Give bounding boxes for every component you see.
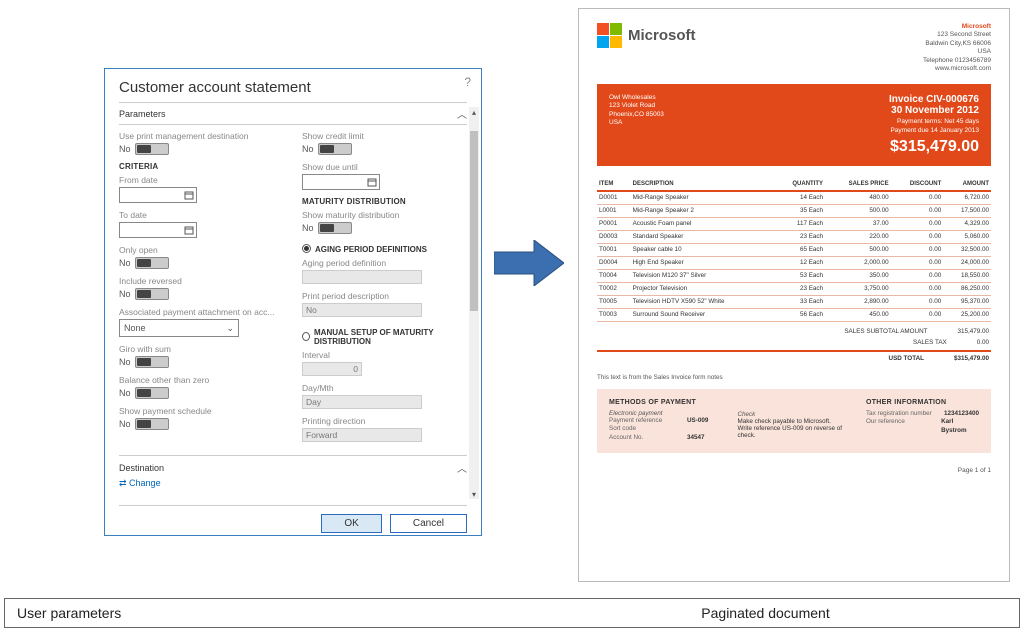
page-number: Page 1 of 1	[579, 467, 991, 474]
lbl-to-date: To date	[119, 210, 284, 220]
toggle-paysched[interactable]	[135, 418, 169, 430]
line-items-table: ITEMDESCRIPTIONQUANTITYSALES PRICEDISCOU…	[597, 178, 991, 322]
radio-dot-icon	[302, 244, 311, 253]
lbl-aging-def: Aging period definition	[302, 258, 467, 268]
company-address: Microsoft 123 Second Street Baldwin City…	[923, 23, 991, 74]
parameters-dialog: ? Customer account statement Parameters …	[104, 68, 482, 536]
to-date-input[interactable]	[119, 222, 197, 238]
lbl-show-due: Show due until	[302, 162, 467, 172]
arrow-right-icon	[494, 240, 564, 286]
toggle-balance[interactable]	[135, 387, 169, 399]
maturity-hdr: MATURITY DISTRIBUTION	[302, 197, 467, 206]
toggle-show-maturity[interactable]	[318, 222, 352, 234]
assoc-pay-select[interactable]: None⌄	[119, 319, 239, 337]
val-no-1: No	[119, 144, 131, 154]
print-period-input[interactable]: No	[302, 303, 422, 317]
table-row: P0001Acoustic Foam panel117 Each37.000.0…	[597, 217, 991, 230]
lbl-use-pm: Use print management destination	[119, 131, 284, 141]
radio-dot-icon	[302, 332, 310, 341]
lbl-interval: Interval	[302, 350, 467, 360]
lbl-from-date: From date	[119, 175, 284, 185]
table-row: T0004Television M120 37" Silver53 Each35…	[597, 269, 991, 282]
daymth-input[interactable]: Day	[302, 395, 422, 409]
table-row: D0004High End Speaker12 Each2,000.000.00…	[597, 256, 991, 269]
lbl-paysched: Show payment schedule	[119, 406, 284, 416]
col-header: DISCOUNT	[891, 178, 944, 191]
table-row: L0001Mid-Range Speaker 235 Each500.000.0…	[597, 204, 991, 217]
toggle-incl-rev[interactable]	[135, 288, 169, 300]
toggle-giro[interactable]	[135, 356, 169, 368]
lbl-daymth: Day/Mth	[302, 383, 467, 393]
scroll-thumb[interactable]	[470, 131, 478, 311]
col-header: SALES PRICE	[825, 178, 891, 191]
col-header: DESCRIPTION	[631, 178, 774, 191]
chevron-down-icon: ⌄	[226, 323, 234, 334]
lbl-assoc-pay: Associated payment attachment on acc...	[119, 307, 284, 317]
col-header: QUANTITY	[773, 178, 825, 191]
interval-input[interactable]: 0	[302, 362, 362, 376]
toggle-only-open[interactable]	[135, 257, 169, 269]
toggle-show-credit[interactable]	[318, 143, 352, 155]
table-row: T0001Speaker cable 1065 Each500.000.0032…	[597, 243, 991, 256]
toggle-use-pm[interactable]	[135, 143, 169, 155]
criteria-hdr: CRITERIA	[119, 162, 284, 171]
aging-def-input[interactable]	[302, 270, 422, 284]
table-row: D0003Standard Speaker23 Each220.000.005,…	[597, 230, 991, 243]
dialog-title: Customer account statement	[119, 79, 467, 96]
caption-right: Paginated document	[512, 599, 1019, 627]
radio-aging[interactable]: AGING PERIOD DEFINITIONS	[302, 241, 467, 256]
section-parameters-label: Parameters	[119, 109, 166, 119]
totals: SALES SUBTOTAL AMOUNT315,479.00 SALES TA…	[597, 326, 991, 364]
invoice-banner: Owl Wholesales 123 Violet Road Phoenix,C…	[597, 84, 991, 166]
table-row: T0005Television HDTV X590 52" White33 Ea…	[597, 295, 991, 308]
scroll-up-icon[interactable]: ▴	[469, 107, 479, 117]
lbl-incl-rev: Include reversed	[119, 276, 284, 286]
from-date-input[interactable]	[119, 187, 197, 203]
chevron-up-icon: ︿	[457, 106, 467, 121]
params-col-left: Use print management destination No CRIT…	[119, 131, 284, 449]
ok-button[interactable]: OK	[321, 514, 381, 533]
col-header: ITEM	[597, 178, 631, 191]
bill-to: Owl Wholesales 123 Violet Road Phoenix,C…	[609, 94, 664, 128]
show-due-input[interactable]	[302, 174, 380, 190]
lbl-giro: Giro with sum	[119, 344, 284, 354]
cancel-button[interactable]: Cancel	[390, 514, 467, 533]
section-parameters[interactable]: Parameters ︿	[119, 102, 467, 125]
company-name: Microsoft	[628, 27, 696, 44]
help-icon[interactable]: ?	[464, 75, 471, 89]
microsoft-logo: Microsoft	[597, 23, 696, 48]
table-row: T0003Surround Sound Receiver56 Each450.0…	[597, 308, 991, 321]
lbl-only-open: Only open	[119, 245, 284, 255]
section-destination[interactable]: Destination ︿	[119, 455, 467, 475]
lbl-show-credit: Show credit limit	[302, 131, 467, 141]
caption-bar: User parameters Paginated document	[4, 598, 1020, 628]
change-link[interactable]: ⇄ Change	[119, 478, 467, 489]
invoice-note: This text is from the Sales Invoice form…	[597, 374, 991, 381]
caption-left: User parameters	[5, 599, 512, 627]
params-col-right: Show credit limit No Show due until MATU…	[302, 131, 467, 449]
lbl-show-maturity: Show maturity distribution	[302, 210, 467, 220]
lbl-balance: Balance other than zero	[119, 375, 284, 385]
table-row: T0002Projector Television23 Each3,750.00…	[597, 282, 991, 295]
lbl-printdir: Printing direction	[302, 416, 467, 426]
invoice-meta: Invoice CIV-000676 30 November 2012 Paym…	[889, 94, 979, 156]
table-row: D0001Mid-Range Speaker14 Each480.000.006…	[597, 191, 991, 205]
invoice-document: Microsoft Microsoft 123 Second Street Ba…	[578, 8, 1010, 582]
dialog-scrollbar[interactable]: ▴ ▾	[469, 107, 479, 499]
col-header: AMOUNT	[943, 178, 991, 191]
invoice-footer: METHODS OF PAYMENT Electronic payment Pa…	[597, 389, 991, 453]
radio-manual[interactable]: MANUAL SETUP OF MATURITY DISTRIBUTION	[302, 324, 467, 348]
printdir-input[interactable]: Forward	[302, 428, 422, 442]
chevron-up-icon: ︿	[457, 460, 467, 475]
lbl-print-period: Print period description	[302, 291, 467, 301]
scroll-down-icon[interactable]: ▾	[469, 489, 479, 499]
